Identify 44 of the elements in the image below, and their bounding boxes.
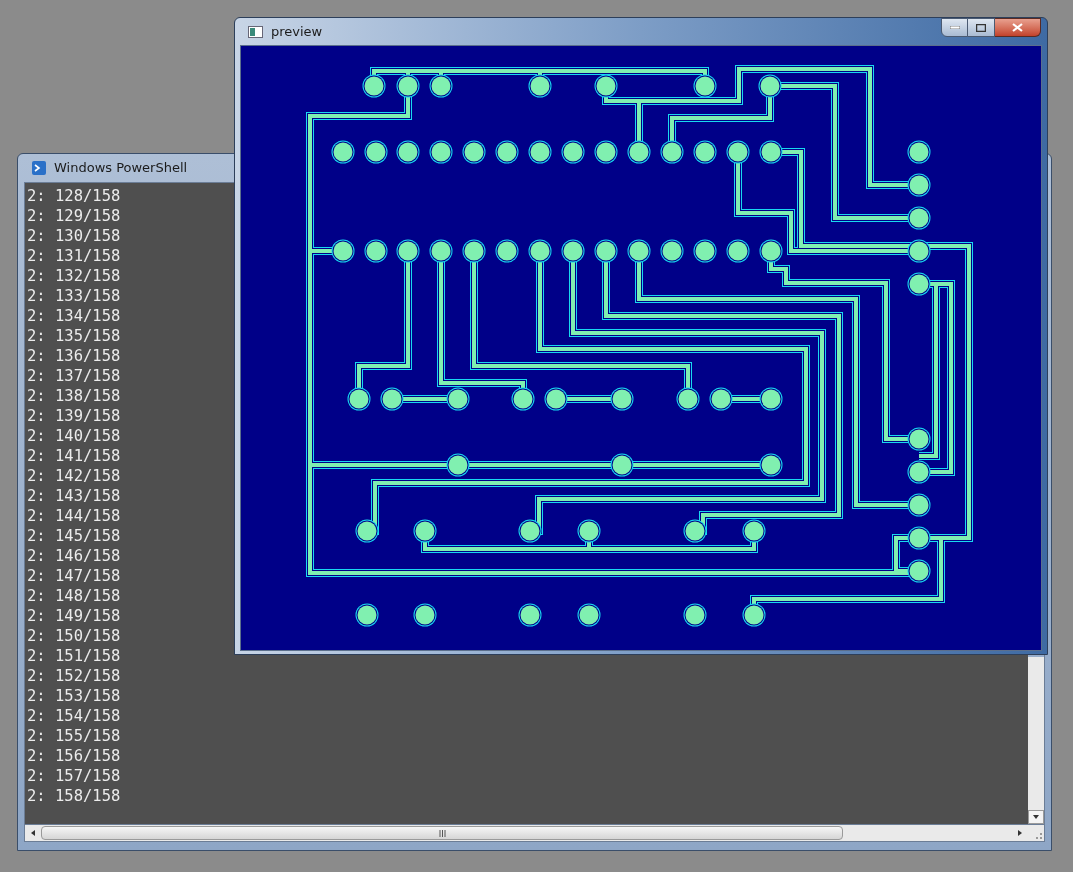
console-line: 2: 138/158 xyxy=(27,386,122,406)
console-line: 2: 149/158 xyxy=(27,606,122,626)
console-line: 2: 155/158 xyxy=(27,726,122,746)
console-line: 2: 135/158 xyxy=(27,326,122,346)
console-line: 2: 142/158 xyxy=(27,466,122,486)
maximize-button[interactable] xyxy=(968,18,995,37)
console-line: 2: 144/158 xyxy=(27,506,122,526)
console-line: 2: 129/158 xyxy=(27,206,122,226)
console-line: 2: 131/158 xyxy=(27,246,122,266)
window-title: preview xyxy=(271,22,323,41)
console-line: 2: 156/158 xyxy=(27,746,122,766)
console-line: 2: 146/158 xyxy=(27,546,122,566)
console-line: 2: 140/158 xyxy=(27,426,122,446)
console-line: 2: 148/158 xyxy=(27,586,122,606)
terminal-icon xyxy=(32,161,46,175)
vertical-scrollbar[interactable] xyxy=(1028,657,1044,824)
window-icon xyxy=(248,25,263,38)
console-line: 2: 134/158 xyxy=(27,306,122,326)
console-line: 2: 153/158 xyxy=(27,686,122,706)
console-line: 2: 154/158 xyxy=(27,706,122,726)
console-line: 2: 158/158 xyxy=(27,786,122,806)
maximize-icon xyxy=(976,23,986,32)
console-line: 2: 157/158 xyxy=(27,766,122,786)
console-line: 2: 136/158 xyxy=(27,346,122,366)
console-line: 2: 143/158 xyxy=(27,486,122,506)
minimize-icon xyxy=(949,26,960,29)
console-line: 2: 133/158 xyxy=(27,286,122,306)
console-line: 2: 139/158 xyxy=(27,406,122,426)
close-icon xyxy=(1012,23,1023,32)
console-line: 2: 151/158 xyxy=(27,646,122,666)
console-line: 2: 141/158 xyxy=(27,446,122,466)
console-line: 2: 132/158 xyxy=(27,266,122,286)
console-line: 2: 128/158 xyxy=(27,186,122,206)
grip-icon xyxy=(438,829,446,837)
console-line: 2: 147/158 xyxy=(27,566,122,586)
console-line: 2: 145/158 xyxy=(27,526,122,546)
console-line: 2: 152/158 xyxy=(27,666,122,686)
window-title: Windows PowerShell xyxy=(54,159,188,178)
console-line: 2: 130/158 xyxy=(27,226,122,246)
minimize-button[interactable] xyxy=(941,18,968,37)
scrollbar-thumb[interactable] xyxy=(41,826,843,840)
console-line: 2: 137/158 xyxy=(27,366,122,386)
console-line: 2: 150/158 xyxy=(27,626,122,646)
close-button[interactable] xyxy=(995,18,1041,37)
